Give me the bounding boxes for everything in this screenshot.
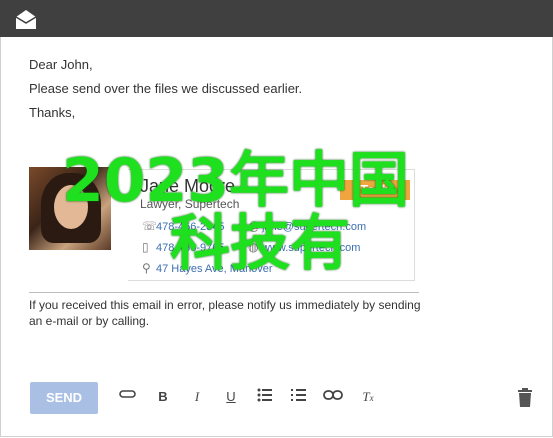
bold-icon[interactable]: B (153, 388, 173, 406)
top-bar (0, 0, 553, 37)
overlay-line-1: 2023年中国 (62, 146, 409, 216)
clear-format-icon[interactable]: Tx (358, 388, 378, 406)
bullet-list-icon[interactable] (255, 388, 275, 406)
open-mail-icon (15, 10, 37, 29)
greeting-text: Dear John, (29, 57, 93, 72)
underline-icon[interactable]: U (221, 388, 241, 406)
attach-icon[interactable] (118, 388, 138, 406)
watermark-overlay: 2023年中国 科技有 (62, 150, 409, 276)
closing-text: Thanks, (29, 105, 76, 120)
compose-toolbar: SEND B I U Tx (0, 380, 553, 416)
numbered-list-icon[interactable] (289, 388, 309, 406)
link-icon[interactable] (323, 388, 343, 406)
divider (29, 292, 419, 293)
send-button[interactable]: SEND (30, 382, 98, 414)
italic-icon[interactable]: I (187, 388, 207, 406)
overlay-line-2: 科技有 (170, 209, 350, 279)
body-line: Please send over the files we discussed … (29, 81, 303, 96)
trash-icon[interactable] (516, 388, 534, 408)
disclaimer-text: If you received this email in error, ple… (29, 298, 421, 328)
